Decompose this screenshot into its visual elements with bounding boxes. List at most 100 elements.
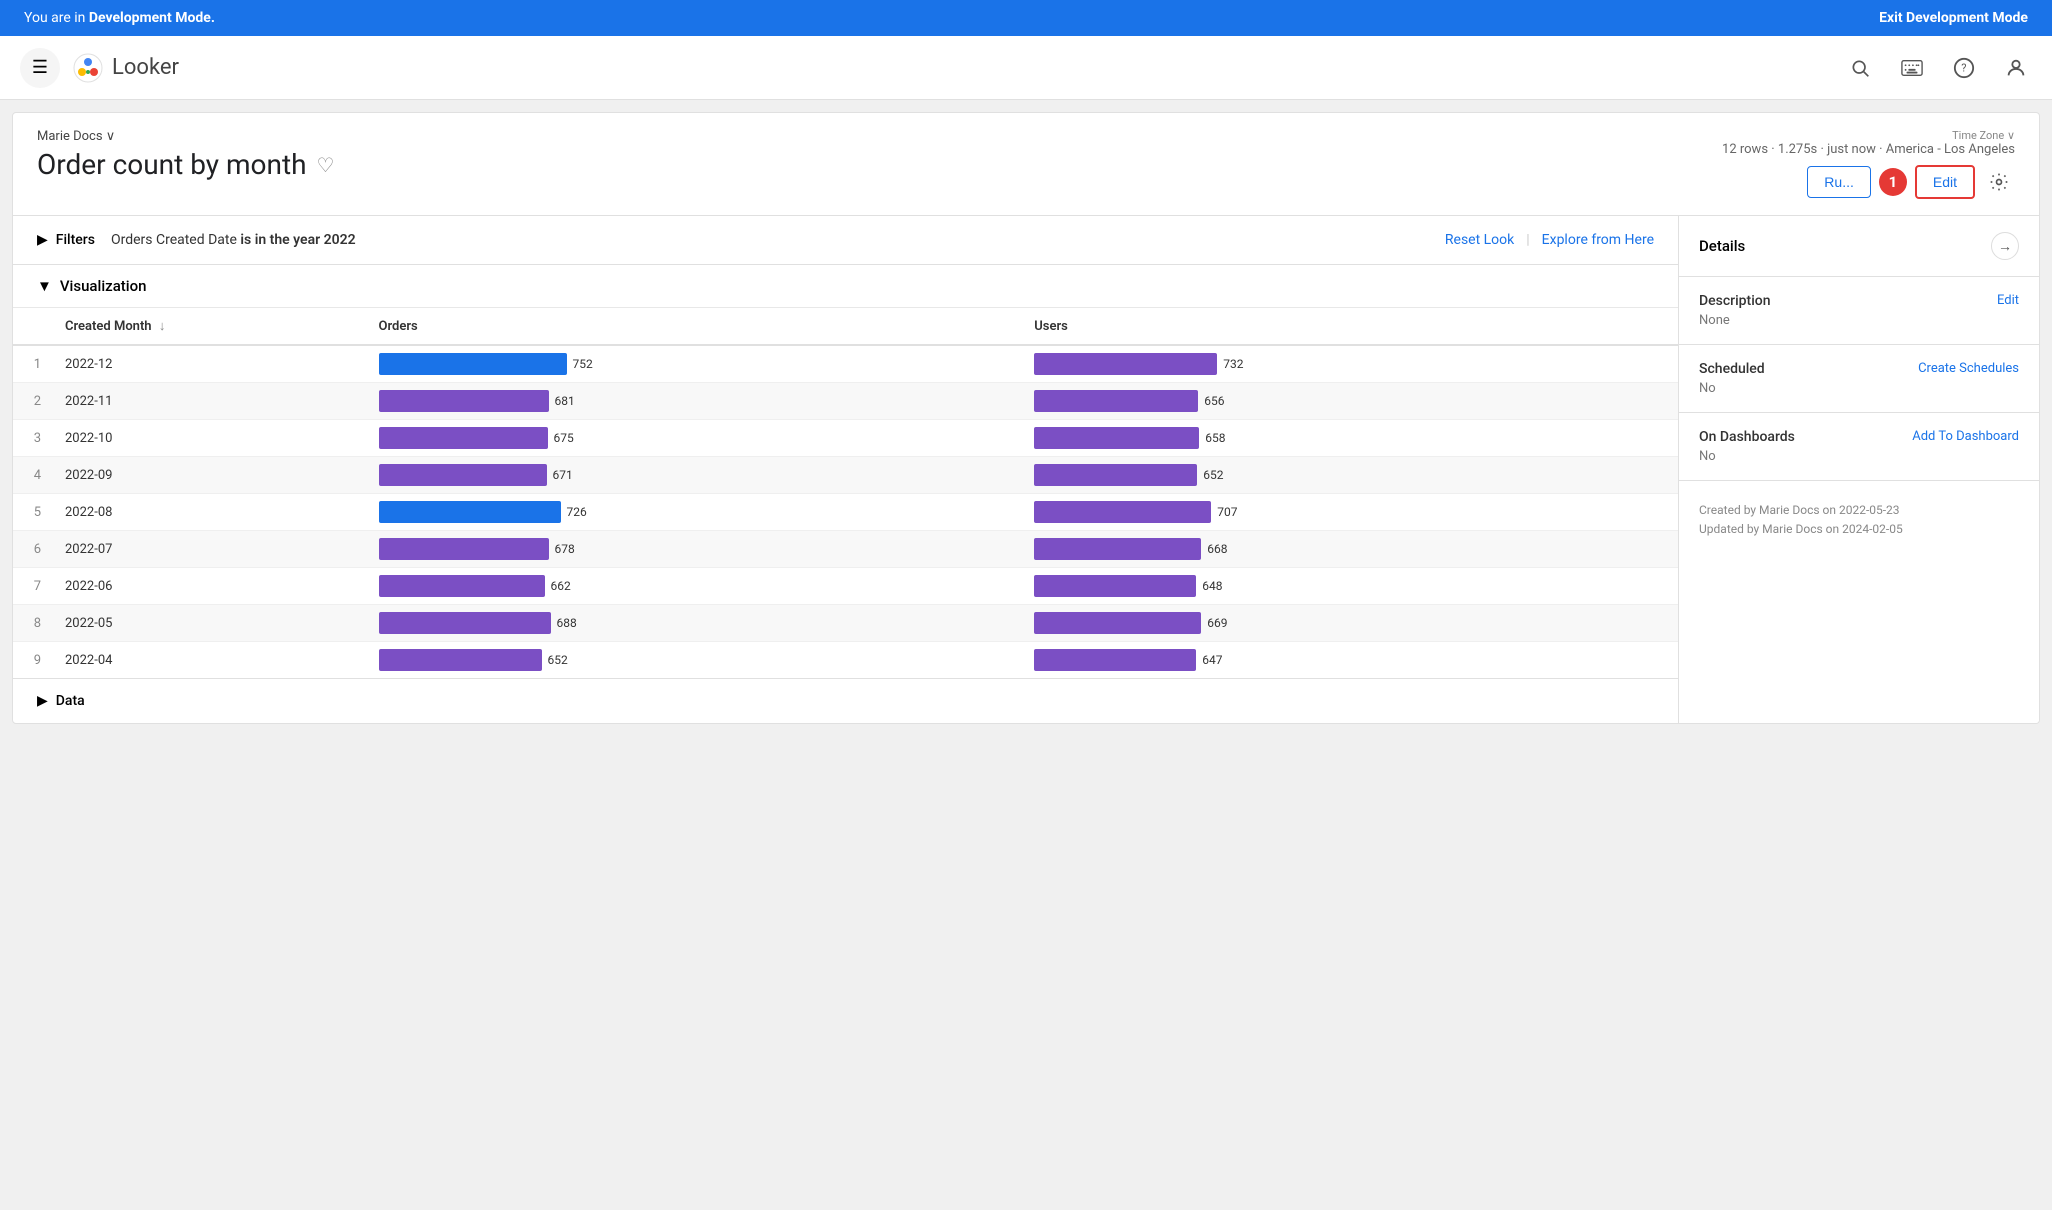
data-toggle-icon: ▶: [37, 693, 48, 709]
row-month: 2022-04: [53, 642, 367, 679]
topbar-left: ☰ Looker: [20, 48, 179, 88]
row-users-bar: 647: [1022, 642, 1678, 679]
row-users-bar: 658: [1022, 420, 1678, 457]
keyboard-icon[interactable]: [1896, 52, 1928, 84]
logo: Looker: [72, 52, 179, 84]
look-actions: Ru... 1 Edit: [1807, 165, 2015, 199]
tutorial-badge: 1: [1879, 168, 1907, 196]
details-arrow-button[interactable]: →: [1991, 232, 2019, 260]
row-users-bar: 707: [1022, 494, 1678, 531]
col-users[interactable]: Users: [1022, 308, 1678, 345]
on-dashboards-label: On Dashboards: [1699, 429, 1795, 445]
run-button[interactable]: Ru...: [1807, 166, 1871, 198]
row-orders-bar: 726: [367, 494, 1023, 531]
table-row: 4 2022-09 671 652: [13, 457, 1678, 494]
row-orders-bar: 688: [367, 605, 1023, 642]
data-table: Created Month ↓ Orders Users 1 2022-12: [13, 308, 1678, 678]
row-num: 9: [13, 642, 53, 679]
row-users-bar: 648: [1022, 568, 1678, 605]
main-container: Marie Docs ∨ Order count by month ♡ Time…: [12, 112, 2040, 724]
row-num: 3: [13, 420, 53, 457]
gear-icon: [1989, 172, 2009, 192]
hamburger-button[interactable]: ☰: [20, 48, 60, 88]
table-row: 8 2022-05 688 669: [13, 605, 1678, 642]
filters-toggle[interactable]: ▶ Filters: [37, 232, 95, 248]
breadcrumb[interactable]: Marie Docs ∨: [37, 129, 334, 144]
content-area: ▶ Filters Orders Created Date is in the …: [13, 216, 2039, 723]
data-section-label: Data: [56, 693, 85, 709]
look-header-right: Time Zone ∨ 12 rows · 1.275s · just now …: [1722, 129, 2015, 199]
row-num: 8: [13, 605, 53, 642]
table-row: 5 2022-08 726 707: [13, 494, 1678, 531]
table-row: 9 2022-04 652 647: [13, 642, 1678, 679]
topbar: ☰ Looker: [0, 36, 2052, 100]
search-icon[interactable]: [1844, 52, 1876, 84]
row-users-bar: 656: [1022, 383, 1678, 420]
details-header: Details →: [1679, 216, 2039, 277]
row-users-bar: 668: [1022, 531, 1678, 568]
favorite-icon[interactable]: ♡: [317, 153, 335, 177]
add-to-dashboard-link[interactable]: Add To Dashboard: [1912, 429, 2019, 444]
row-num: 4: [13, 457, 53, 494]
row-month: 2022-07: [53, 531, 367, 568]
col-orders[interactable]: Orders: [367, 308, 1023, 345]
details-title: Details: [1699, 237, 1745, 255]
help-icon[interactable]: ?: [1948, 52, 1980, 84]
row-orders-bar: 652: [367, 642, 1023, 679]
col-num: [13, 308, 53, 345]
left-panel: ▶ Filters Orders Created Date is in the …: [13, 216, 1679, 723]
settings-button[interactable]: [1983, 166, 2015, 198]
col-created-month[interactable]: Created Month ↓: [53, 308, 367, 345]
edit-button[interactable]: Edit: [1915, 165, 1975, 199]
create-schedules-link[interactable]: Create Schedules: [1918, 361, 2019, 376]
row-orders-bar: 671: [367, 457, 1023, 494]
look-meta: Time Zone ∨ 12 rows · 1.275s · just now …: [1722, 129, 2015, 157]
row-orders-bar: 678: [367, 531, 1023, 568]
exit-dev-mode-button[interactable]: Exit Development Mode: [1879, 10, 2028, 26]
description-label: Description: [1699, 293, 1771, 309]
look-title: Order count by month ♡: [37, 148, 334, 181]
sort-icon: ↓: [159, 319, 166, 334]
table-row: 2 2022-11 681 656: [13, 383, 1678, 420]
row-orders-bar: 681: [367, 383, 1023, 420]
filter-tag: Orders Created Date is in the year 2022: [111, 232, 356, 248]
look-title-text: Order count by month: [37, 148, 307, 181]
row-month: 2022-11: [53, 383, 367, 420]
look-meta-info: 12 rows · 1.275s · just now · America - …: [1722, 142, 2015, 157]
row-num: 7: [13, 568, 53, 605]
reset-look-link[interactable]: Reset Look: [1445, 232, 1514, 248]
row-orders-bar: 675: [367, 420, 1023, 457]
row-users-bar: 732: [1022, 345, 1678, 383]
description-edit-link[interactable]: Edit: [1997, 293, 2019, 308]
visualization-label: Visualization: [60, 277, 147, 295]
scheduled-row: Scheduled Create Schedules No: [1679, 345, 2039, 413]
visualization-header[interactable]: ▼ Visualization: [13, 265, 1678, 308]
table-row: 3 2022-10 675 658: [13, 420, 1678, 457]
look-header: Marie Docs ∨ Order count by month ♡ Time…: [13, 113, 2039, 216]
row-num: 2: [13, 383, 53, 420]
row-num: 1: [13, 345, 53, 383]
table-row: 6 2022-07 678 668: [13, 531, 1678, 568]
row-month: 2022-09: [53, 457, 367, 494]
timezone-label: Time Zone ∨: [1722, 129, 2015, 142]
topbar-right: ?: [1844, 52, 2032, 84]
look-header-left: Marie Docs ∨ Order count by month ♡: [37, 129, 334, 181]
on-dashboards-row: On Dashboards Add To Dashboard No: [1679, 413, 2039, 481]
details-footer: Created by Marie Docs on 2022-05-23 Upda…: [1679, 481, 2039, 559]
data-section[interactable]: ▶ Data: [13, 678, 1678, 723]
filters-right: Reset Look | Explore from Here: [1445, 232, 1654, 248]
table-container[interactable]: Created Month ↓ Orders Users 1 2022-12: [13, 308, 1678, 678]
logo-text: Looker: [112, 55, 179, 80]
row-month: 2022-06: [53, 568, 367, 605]
filters-left: ▶ Filters Orders Created Date is in the …: [37, 232, 356, 248]
row-users-bar: 669: [1022, 605, 1678, 642]
hamburger-icon: ☰: [32, 57, 48, 78]
updated-info: Updated by Marie Docs on 2024-02-05: [1699, 520, 2019, 539]
on-dashboards-value: No: [1699, 449, 2019, 464]
row-month: 2022-05: [53, 605, 367, 642]
looker-logo-icon: [72, 52, 104, 84]
user-avatar-icon[interactable]: [2000, 52, 2032, 84]
explore-from-here-link[interactable]: Explore from Here: [1542, 232, 1654, 248]
row-month: 2022-08: [53, 494, 367, 531]
scheduled-value: No: [1699, 381, 2019, 396]
